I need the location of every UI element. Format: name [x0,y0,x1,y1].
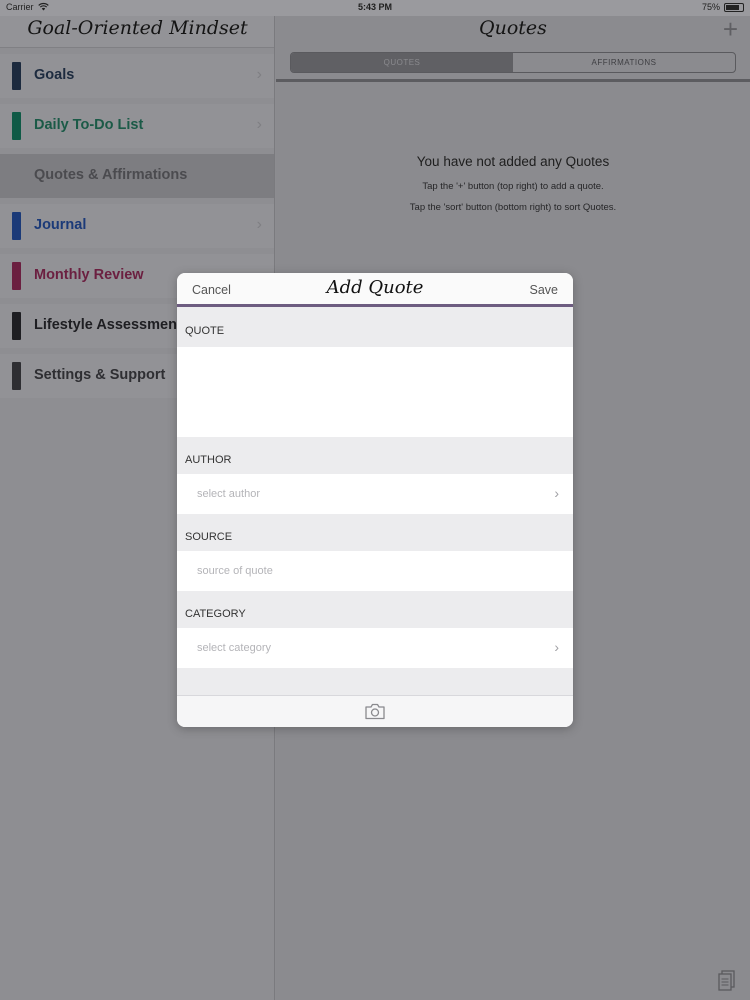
menu-item-label: Monthly Review [34,267,144,283]
add-quote-dialog: Cancel Add Quote Save QUOTE AUTHOR selec… [177,273,573,727]
menu-item-journal[interactable]: Journal › [0,204,274,248]
empty-state: You have not added any Quotes Tap the '+… [276,154,750,223]
divider [276,79,750,82]
battery-icon [724,3,744,12]
color-bar [12,262,21,290]
tab-affirmations[interactable]: AFFIRMATIONS [513,53,735,72]
battery-percent: 75% [701,2,720,12]
sort-icon[interactable] [718,970,736,992]
chevron-right-icon: › [256,216,262,233]
menu-item-label: Settings & Support [34,367,166,383]
page-title: Quotes [479,17,547,39]
master-header: Goal-Oriented Mindset [0,16,274,48]
source-placeholder: source of quote [197,565,273,577]
empty-state-title: You have not added any Quotes [416,154,610,169]
clock: 5:43 PM [357,2,392,12]
category-section-label: CATEGORY [185,608,246,620]
chevron-right-icon: › [256,66,262,83]
segmented-control: QUOTES AFFIRMATIONS [290,52,736,73]
color-bar [12,62,21,90]
chevron-right-icon: › [554,639,559,655]
menu-item-daily-todo[interactable]: Daily To-Do List › [0,104,274,148]
add-icon[interactable]: + [723,14,738,45]
detail-header: Quotes + [276,14,750,48]
color-bar [12,362,21,390]
menu-item-label: Lifestyle Assessment [34,317,182,333]
author-field[interactable]: select author › [177,474,573,514]
chevron-right-icon: › [554,485,559,501]
author-section-label: AUTHOR [185,454,232,466]
menu-item-label: Daily To-Do List [34,117,144,133]
empty-state-hint-sort: Tap the 'sort' button (bottom right) to … [409,202,617,213]
empty-state-hint-add: Tap the '+' button (top right) to add a … [422,181,604,192]
menu-item-label: Journal [34,217,87,233]
chevron-right-icon: › [256,116,262,133]
source-section-label: SOURCE [185,531,233,543]
color-bar [12,212,21,240]
quote-section-label: QUOTE [185,325,225,337]
save-button[interactable]: Save [530,283,559,297]
source-field[interactable]: source of quote [177,551,573,591]
status-bar: Carrier 5:43 PM 75% [0,0,750,16]
menu-item-label: Goals [34,67,75,83]
menu-item-goals[interactable]: Goals › [0,54,274,98]
dialog-toolbar [177,695,573,727]
dialog-header: Cancel Add Quote Save [177,273,573,307]
author-placeholder: select author [197,488,260,500]
camera-icon[interactable] [364,703,386,720]
app-title: Goal-Oriented Mindset [27,17,248,39]
category-field[interactable]: select category › [177,628,573,668]
menu-item-quotes-affirmations[interactable]: Quotes & Affirmations [0,154,274,198]
menu-item-label: Quotes & Affirmations [34,167,188,183]
color-bar [12,312,21,340]
dialog-title: Add Quote [326,277,424,298]
tab-quotes[interactable]: QUOTES [291,53,513,72]
quote-textarea[interactable] [177,347,573,437]
color-bar [12,112,21,140]
category-placeholder: select category [197,642,271,654]
